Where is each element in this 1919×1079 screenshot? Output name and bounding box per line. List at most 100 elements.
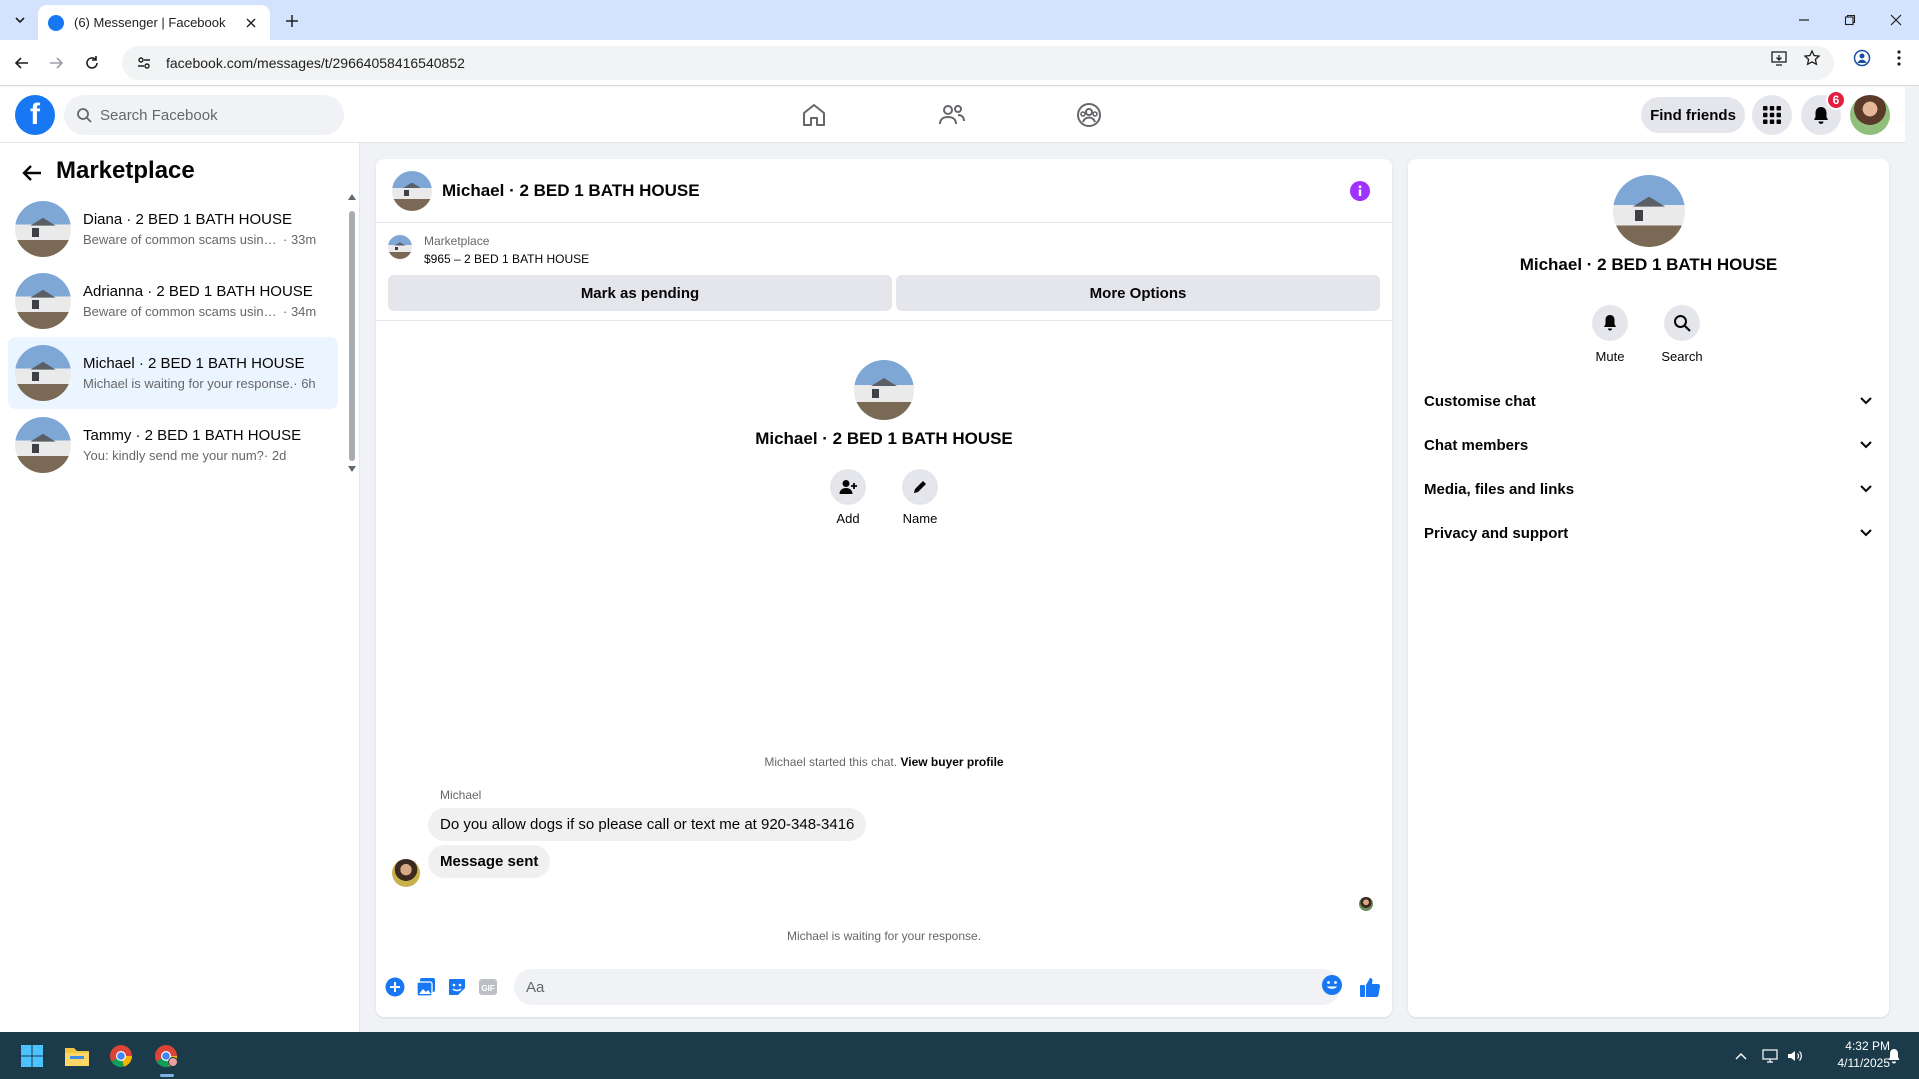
- search-icon: [77, 108, 92, 123]
- add-label: Add: [836, 511, 860, 526]
- media-files-links-section[interactable]: Media, files and links: [1424, 469, 1882, 509]
- conversation-preview: Beware of common scams using ...: [83, 304, 283, 319]
- taskbar-clock[interactable]: 4:32 PM 4/11/2025: [1810, 1038, 1891, 1072]
- new-tab-plus-icon[interactable]: [281, 10, 303, 32]
- photo-icon[interactable]: [415, 976, 437, 998]
- emoji-icon[interactable]: [1321, 974, 1345, 998]
- menu-grid-icon[interactable]: [1752, 95, 1792, 135]
- listing-avatar: [15, 273, 71, 329]
- mark-as-pending-button[interactable]: Mark as pending: [388, 275, 892, 311]
- search-placeholder: Search Facebook: [100, 106, 218, 124]
- intro-name: Michael · 2 BED 1 BATH HOUSE: [755, 429, 1013, 448]
- browser-menu-icon[interactable]: [1888, 47, 1910, 69]
- search-icon[interactable]: [1664, 305, 1700, 341]
- message-input[interactable]: [514, 969, 1340, 1005]
- intro-avatar: [854, 360, 914, 420]
- install-app-icon[interactable]: [1768, 47, 1790, 69]
- close-window-icon[interactable]: [1884, 8, 1908, 32]
- customise-chat-section[interactable]: Customise chat: [1424, 381, 1882, 421]
- profile-avatar[interactable]: [1850, 95, 1890, 135]
- add-person-icon[interactable]: [830, 469, 866, 505]
- privacy-support-section[interactable]: Privacy and support: [1424, 513, 1882, 553]
- minimize-window-icon[interactable]: [1792, 8, 1816, 32]
- add-people-action[interactable]: Add: [818, 469, 878, 526]
- listing-price-title[interactable]: $965 – 2 BED 1 BATH HOUSE: [424, 252, 589, 266]
- marketplace-listing-bar: Marketplace $965 – 2 BED 1 BATH HOUSE Ma…: [376, 223, 1392, 321]
- address-bar[interactable]: facebook.com/messages/t/2966405841654085…: [122, 46, 1834, 80]
- clock-date: 4/11/2025: [1837, 1056, 1891, 1070]
- chrome-active-window-icon[interactable]: [150, 1040, 182, 1072]
- conversation-item-active[interactable]: Michael · 2 BED 1 BATH HOUSE Michael is …: [8, 337, 338, 409]
- edit-name-action[interactable]: Name: [890, 469, 950, 526]
- search-label: Search: [1661, 349, 1703, 364]
- conversation-time: · 33m: [283, 232, 317, 247]
- facebook-search-input[interactable]: Search Facebook: [64, 95, 344, 135]
- mute-action[interactable]: Mute: [1580, 305, 1640, 364]
- chevron-up-icon[interactable]: [1731, 1046, 1751, 1066]
- conversation-item[interactable]: Diana · 2 BED 1 BATH HOUSE Beware of com…: [8, 193, 338, 265]
- file-explorer-icon[interactable]: [61, 1040, 93, 1072]
- volume-icon[interactable]: [1785, 1046, 1805, 1066]
- sender-avatar[interactable]: [392, 859, 420, 887]
- back-arrow-icon[interactable]: [20, 161, 44, 185]
- more-options-button[interactable]: More Options: [896, 275, 1380, 311]
- facebook-logo-icon[interactable]: f: [15, 95, 55, 135]
- gif-icon[interactable]: GIF: [477, 976, 499, 998]
- message-bubble[interactable]: Do you allow dogs if so please call or t…: [428, 808, 867, 841]
- conversation-time: · 6h: [293, 376, 316, 391]
- details-name: Michael · 2 BED 1 BATH HOUSE: [1519, 255, 1778, 274]
- forward-arrow-icon[interactable]: [44, 51, 68, 75]
- friends-icon[interactable]: [934, 97, 970, 133]
- message-composer: GIF: [376, 959, 1392, 1017]
- conversation-preview: Michael is waiting for your response.: [83, 376, 294, 391]
- active-app-indicator: [160, 1074, 174, 1077]
- search-in-chat-action[interactable]: Search: [1652, 305, 1712, 364]
- chrome-icon[interactable]: [105, 1040, 137, 1072]
- groups-icon[interactable]: [1071, 97, 1107, 133]
- conversation-item[interactable]: Tammy · 2 BED 1 BATH HOUSE You: kindly s…: [8, 409, 338, 481]
- sidebar-scrollbar-thumb[interactable]: [349, 211, 355, 461]
- close-tab-icon[interactable]: [242, 14, 260, 32]
- home-icon[interactable]: [796, 97, 832, 133]
- chat-members-section[interactable]: Chat members: [1424, 425, 1882, 465]
- tab-title: (6) Messenger | Facebook: [74, 15, 226, 30]
- windows-start-icon[interactable]: [16, 1040, 48, 1072]
- bell-icon[interactable]: [1592, 305, 1628, 341]
- tab-search-chevron-icon[interactable]: [8, 9, 32, 31]
- browser-tab-active[interactable]: (6) Messenger | Facebook: [38, 5, 270, 40]
- find-friends-button[interactable]: Find friends: [1641, 97, 1745, 133]
- sidebar-scrollbar[interactable]: [347, 193, 357, 473]
- url-text: facebook.com/messages/t/2966405841654085…: [166, 55, 465, 71]
- chat-title[interactable]: Michael · 2 BED 1 BATH HOUSE: [442, 181, 700, 201]
- chevron-down-icon: [1860, 441, 1872, 449]
- conversation-item[interactable]: Adrianna · 2 BED 1 BATH HOUSE Beware of …: [8, 265, 338, 337]
- conversation-time: · 34m: [283, 304, 317, 319]
- page-scrollbar[interactable]: [1905, 87, 1919, 1032]
- restore-window-icon[interactable]: [1838, 8, 1862, 32]
- info-icon[interactable]: [1350, 181, 1370, 201]
- network-icon[interactable]: [1761, 1046, 1781, 1066]
- bookmark-star-icon[interactable]: [1801, 47, 1823, 69]
- site-info-icon[interactable]: [136, 55, 152, 71]
- message-bubble-status[interactable]: Message sent: [428, 845, 551, 878]
- notification-center-bell-icon[interactable]: [1884, 1046, 1904, 1066]
- like-thumb-icon[interactable]: [1358, 975, 1382, 999]
- back-arrow-icon[interactable]: [10, 51, 34, 75]
- browser-tab-bar: (6) Messenger | Facebook: [0, 0, 1919, 40]
- sticker-icon[interactable]: [446, 976, 468, 998]
- conversation-time: · 2d: [263, 448, 287, 463]
- sidebar-title: Marketplace: [56, 157, 195, 184]
- marketplace-chat-list: Marketplace Diana · 2 BED 1 BATH HOUSE B…: [0, 143, 360, 1032]
- pencil-icon[interactable]: [902, 469, 938, 505]
- conversation-preview: You: kindly send me your num?: [83, 448, 264, 463]
- marketplace-label: Marketplace: [424, 234, 490, 248]
- reload-icon[interactable]: [80, 51, 104, 75]
- listing-thumbnail[interactable]: [388, 235, 412, 259]
- chat-header-avatar[interactable]: [392, 170, 432, 211]
- view-buyer-profile-link[interactable]: View buyer profile: [900, 755, 1003, 769]
- seen-indicator-avatar: [1359, 897, 1373, 911]
- profile-account-icon[interactable]: [1851, 47, 1873, 69]
- conversation-name: Adrianna · 2 BED 1 BATH HOUSE: [83, 283, 313, 300]
- plus-circle-icon[interactable]: [384, 976, 406, 998]
- details-avatar: [1613, 175, 1685, 247]
